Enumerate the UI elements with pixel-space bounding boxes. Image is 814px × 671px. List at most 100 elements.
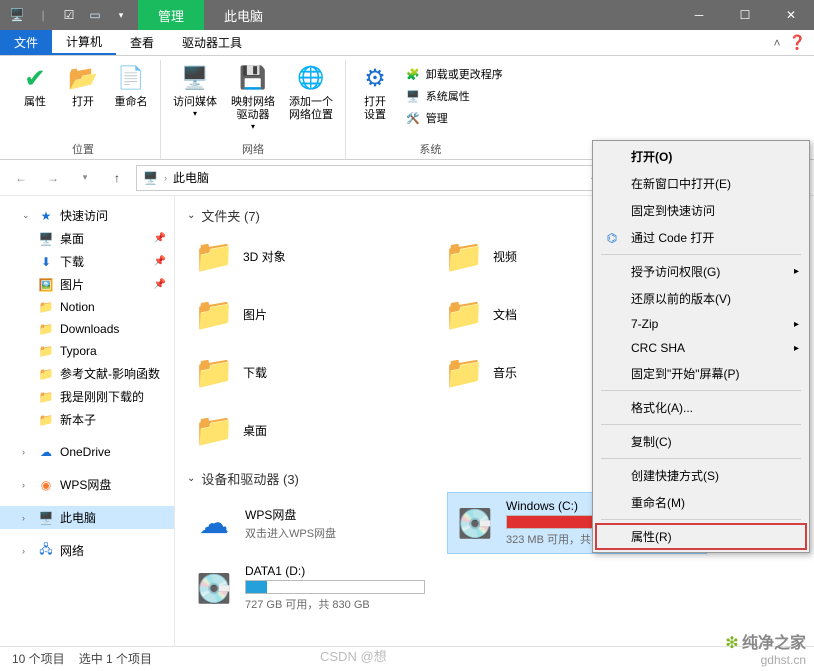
sidebar-pictures[interactable]: 🖼️图片📌 — [0, 273, 174, 296]
ctx-new-window[interactable]: 在新窗口中打开(E) — [595, 170, 807, 197]
sidebar-refdocs[interactable]: 📁参考文献-影响函数 — [0, 362, 174, 385]
maximize-button[interactable]: ☐ — [722, 0, 768, 30]
uninstall-programs-button[interactable]: 🧩卸载或更改程序 — [402, 64, 507, 84]
folder-desktop[interactable]: 📁桌面 — [187, 403, 437, 457]
folder-3d-objects[interactable]: 📁3D 对象 — [187, 229, 437, 283]
ctx-separator — [601, 424, 801, 425]
collapse-ribbon-icon[interactable]: ˄ — [774, 36, 781, 50]
properties-button[interactable]: ✔ 属性 — [14, 60, 56, 139]
settings-icon: ⚙ — [359, 62, 391, 94]
map-drive-button[interactable]: 💾 映射网络 驱动器 ▾ — [227, 60, 279, 139]
folder-icon: 📁 — [38, 366, 54, 382]
network-location-icon: 🌐 — [295, 62, 327, 94]
ctx-code-open[interactable]: ⌬通过 Code 打开 — [595, 224, 807, 251]
folder-icon: 📁 — [38, 321, 54, 337]
onedrive-icon: ☁ — [38, 444, 54, 460]
help-icon[interactable]: ❓ — [789, 34, 806, 51]
open-settings-button[interactable]: ⚙ 打开 设置 — [354, 60, 396, 139]
sidebar-downloads-en[interactable]: 📁Downloads — [0, 318, 174, 340]
ctx-grant-access[interactable]: 授予访问权限(G) — [595, 258, 807, 285]
recent-dropdown[interactable]: ▾ — [72, 165, 98, 191]
folder-mini-icon[interactable]: ▭ — [84, 4, 106, 26]
desktop-folder-icon: 📁 — [193, 409, 235, 451]
address-bar[interactable]: 🖥️ › 此电脑 ⌄ ⟳ — [136, 165, 620, 191]
manage-button[interactable]: 🛠️管理 — [402, 108, 507, 128]
add-network-button[interactable]: 🌐 添加一个 网络位置 — [285, 60, 337, 139]
sidebar-just-downloaded[interactable]: 📁我是刚刚下载的 — [0, 385, 174, 408]
chevron-right-icon[interactable]: › — [164, 173, 167, 183]
ctx-7zip[interactable]: 7-Zip — [595, 312, 807, 336]
ctx-pin-start[interactable]: 固定到"开始"屏幕(P) — [595, 360, 807, 387]
dropdown-icon[interactable]: ▾ — [110, 4, 132, 26]
download-icon: ⬇ — [38, 254, 54, 270]
group-network-label: 网络 — [169, 139, 337, 159]
drive-d-bar — [245, 580, 425, 594]
manage-tab[interactable]: 管理 — [138, 0, 204, 30]
sidebar-new-folder[interactable]: 📁新本子 — [0, 408, 174, 431]
pc-small-icon: 🖥️ — [143, 171, 158, 185]
folder-icon: 📁 — [38, 343, 54, 359]
pin-icon: 📌 — [154, 256, 166, 267]
folder-icon: 📁 — [38, 389, 54, 405]
map-drive-icon: 💾 — [237, 62, 269, 94]
ctx-restore-prev[interactable]: 还原以前的版本(V) — [595, 285, 807, 312]
divider-icon: | — [32, 4, 54, 26]
system-properties-button[interactable]: 🖥️系统属性 — [402, 86, 507, 106]
ctx-copy[interactable]: 复制(C) — [595, 428, 807, 455]
uninstall-icon: 🧩 — [406, 68, 420, 81]
wps-drive-icon: ☁ — [193, 502, 235, 544]
music-icon: 📁 — [443, 351, 485, 393]
folder-pictures[interactable]: 📁图片 — [187, 287, 437, 341]
watermark-brand: ❇ 纯净之家 gdhst.cn — [725, 629, 806, 667]
ctx-format[interactable]: 格式化(A)... — [595, 394, 807, 421]
folder-icon: 📁 — [38, 299, 54, 315]
file-tab[interactable]: 文件 — [0, 30, 52, 55]
computer-tab[interactable]: 计算机 — [52, 30, 116, 55]
desktop-icon: 🖥️ — [38, 231, 54, 247]
sidebar-downloads[interactable]: ⬇下载📌 — [0, 250, 174, 273]
menu-tabs: 文件 计算机 查看 驱动器工具 ˄ ❓ — [0, 30, 814, 56]
pc-icon: 🖥️ — [6, 4, 28, 26]
up-button[interactable]: ↑ — [104, 165, 130, 191]
forward-button: → — [40, 165, 66, 191]
open-button[interactable]: 📂 打开 — [62, 60, 104, 139]
downloads-icon: 📁 — [193, 351, 235, 393]
minimize-button[interactable]: ─ — [676, 0, 722, 30]
network-icon: 🖧 — [38, 543, 54, 559]
ctx-crc-sha[interactable]: CRC SHA — [595, 336, 807, 360]
group-system-label: 系统 — [354, 139, 507, 159]
drive-wps[interactable]: ☁ WPS网盘双击进入WPS网盘 — [187, 492, 447, 554]
pictures-icon: 📁 — [193, 293, 235, 335]
system-icon: 🖥️ — [406, 90, 420, 103]
close-button[interactable]: ✕ — [768, 0, 814, 30]
ctx-open[interactable]: 打开(O) — [595, 143, 807, 170]
pin-icon: 📌 — [154, 279, 166, 290]
access-media-button[interactable]: 🖥️ 访问媒体 ▾ — [169, 60, 221, 139]
sidebar-notion[interactable]: 📁Notion — [0, 296, 174, 318]
3d-icon: 📁 — [193, 235, 235, 277]
rename-icon: 📄 — [115, 62, 147, 94]
rename-button[interactable]: 📄 重命名 — [110, 60, 152, 139]
folder-downloads[interactable]: 📁下载 — [187, 345, 437, 399]
sidebar-wps[interactable]: ›◉WPS网盘 — [0, 473, 174, 496]
sidebar-this-pc[interactable]: ›🖥️此电脑 — [0, 506, 174, 529]
ctx-separator — [601, 519, 801, 520]
drive-tools-tab[interactable]: 驱动器工具 — [168, 30, 256, 55]
checkbox-icon[interactable]: ☑ — [58, 4, 80, 26]
sidebar-network[interactable]: ›🖧网络 — [0, 539, 174, 562]
properties-icon: ✔ — [19, 62, 51, 94]
star-icon: ★ — [38, 208, 54, 224]
ctx-create-shortcut[interactable]: 创建快捷方式(S) — [595, 462, 807, 489]
sidebar-quick-access[interactable]: ⌄★快速访问 — [0, 204, 174, 227]
drive-d[interactable]: 💽 DATA1 (D:) 727 GB 可用，共 830 GB — [187, 558, 447, 618]
sidebar-onedrive[interactable]: ›☁OneDrive — [0, 441, 174, 463]
sidebar-desktop[interactable]: 🖥️桌面📌 — [0, 227, 174, 250]
back-button[interactable]: ← — [8, 165, 34, 191]
ctx-properties[interactable]: 属性(R) — [595, 523, 807, 550]
ctx-pin-quick[interactable]: 固定到快速访问 — [595, 197, 807, 224]
sidebar-typora[interactable]: 📁Typora — [0, 340, 174, 362]
view-tab[interactable]: 查看 — [116, 30, 168, 55]
titlebar: 🖥️ | ☑ ▭ ▾ 管理 此电脑 ─ ☐ ✕ — [0, 0, 814, 30]
ctx-rename[interactable]: 重命名(M) — [595, 489, 807, 516]
pin-icon: 📌 — [154, 233, 166, 244]
